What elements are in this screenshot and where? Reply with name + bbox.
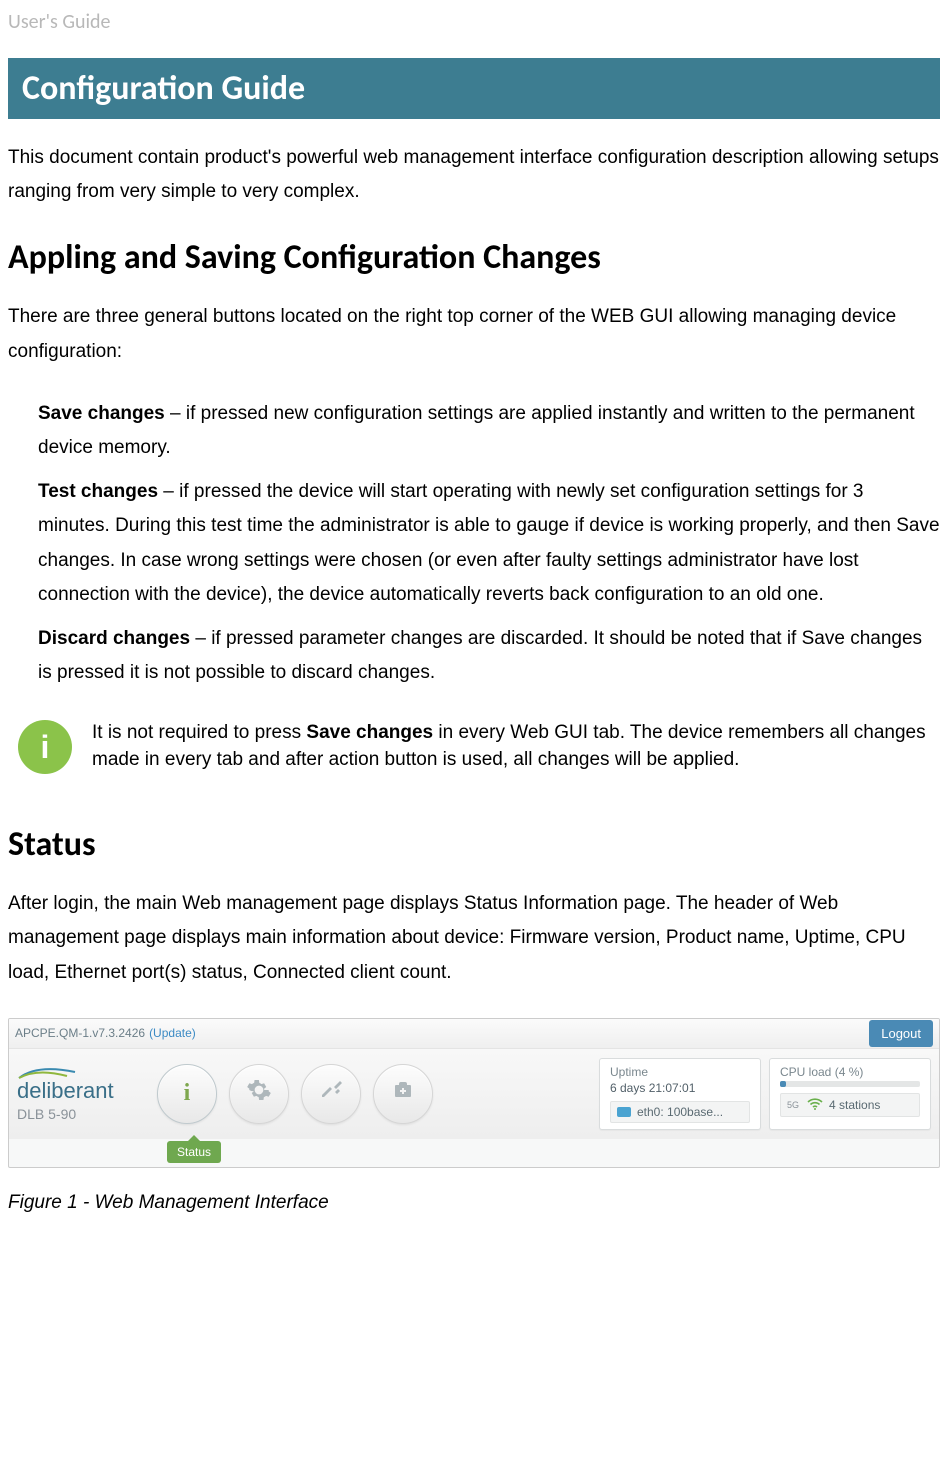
list-lead: Discard changes — [38, 628, 190, 649]
info-text: It is not required to press Save changes… — [92, 720, 940, 773]
ss-topbar: APCPE.QM-1.v7.3.2426 (Update) Logout — [9, 1019, 939, 1049]
gear-icon — [246, 1077, 272, 1110]
stations-label: 4 stations — [829, 1098, 880, 1112]
ss-fw-version: APCPE.QM-1.v7.3.2426 — [15, 1026, 145, 1040]
eth-label: eth0: 100base... — [637, 1105, 723, 1119]
ss-update-link[interactable]: (Update) — [149, 1026, 196, 1040]
banner-title: Configuration Guide — [8, 58, 940, 119]
uptime-panel: Uptime 6 days 21:07:01 eth0: 100base... — [599, 1058, 761, 1130]
nav-service-button[interactable] — [373, 1064, 433, 1124]
ss-nav-circles: i — [157, 1064, 433, 1124]
apply-intro-paragraph: There are three general buttons located … — [8, 300, 940, 368]
briefcase-plus-icon — [391, 1078, 415, 1109]
cpu-bar — [780, 1081, 920, 1087]
logout-button[interactable]: Logout — [869, 1020, 933, 1047]
cpu-panel: CPU load (4 %) 5G 4 stations — [769, 1058, 931, 1130]
figure-caption: Figure 1 - Web Management Interface — [8, 1192, 940, 1214]
cpu-bar-fill — [780, 1081, 786, 1087]
nav-tools-button[interactable] — [301, 1064, 361, 1124]
info-pre: It is not required to press — [92, 722, 306, 743]
info-callout: i It is not required to press Save chang… — [18, 720, 940, 774]
list-body: – if pressed the device will start opera… — [38, 481, 940, 605]
list-body: – if pressed new configuration settings … — [38, 403, 915, 458]
screenshot-figure: APCPE.QM-1.v7.3.2426 (Update) Logout del… — [8, 1018, 940, 1168]
ethernet-icon — [617, 1107, 631, 1117]
ss-firmware: APCPE.QM-1.v7.3.2426 (Update) — [15, 1026, 196, 1040]
ss-brand-name: deliberant — [17, 1078, 147, 1104]
eth-row: eth0: 100base... — [610, 1101, 750, 1123]
status-tooltip: Status — [167, 1141, 221, 1163]
ss-model: DLB 5-90 — [17, 1106, 147, 1122]
intro-paragraph: This document contain product's powerful… — [8, 141, 940, 209]
cpu-label: CPU load (4 %) — [780, 1065, 920, 1079]
list-item: Save changes – if pressed new configurat… — [8, 397, 940, 465]
page-header-label: User's Guide — [8, 10, 940, 34]
status-paragraph: After login, the main Web management pag… — [8, 887, 940, 990]
list-item: Discard changes – if pressed parameter c… — [8, 622, 940, 690]
ss-main-row: deliberant DLB 5-90 i — [9, 1049, 939, 1139]
uptime-value: 6 days 21:07:01 — [610, 1081, 750, 1095]
ss-brand-block: deliberant DLB 5-90 — [17, 1066, 147, 1122]
heading-status: Status — [8, 824, 940, 865]
stations-row: 5G 4 stations — [780, 1093, 920, 1117]
tools-icon — [319, 1078, 343, 1109]
wifi-icon — [807, 1097, 823, 1113]
list-lead: Test changes — [38, 481, 158, 502]
five-g-label: 5G — [787, 1100, 799, 1110]
list-lead: Save changes — [38, 403, 165, 424]
info-icon: i — [18, 720, 72, 774]
info-bold: Save changes — [306, 722, 433, 743]
nav-status-button[interactable]: i — [157, 1064, 217, 1124]
heading-apply-save: Appling and Saving Configuration Changes — [8, 237, 940, 278]
nav-settings-button[interactable] — [229, 1064, 289, 1124]
list-item: Test changes – if pressed the device wil… — [8, 475, 940, 612]
info-glyph-icon: i — [184, 1080, 191, 1107]
ss-right-panels: Uptime 6 days 21:07:01 eth0: 100base... … — [599, 1058, 931, 1130]
uptime-label: Uptime — [610, 1065, 750, 1079]
